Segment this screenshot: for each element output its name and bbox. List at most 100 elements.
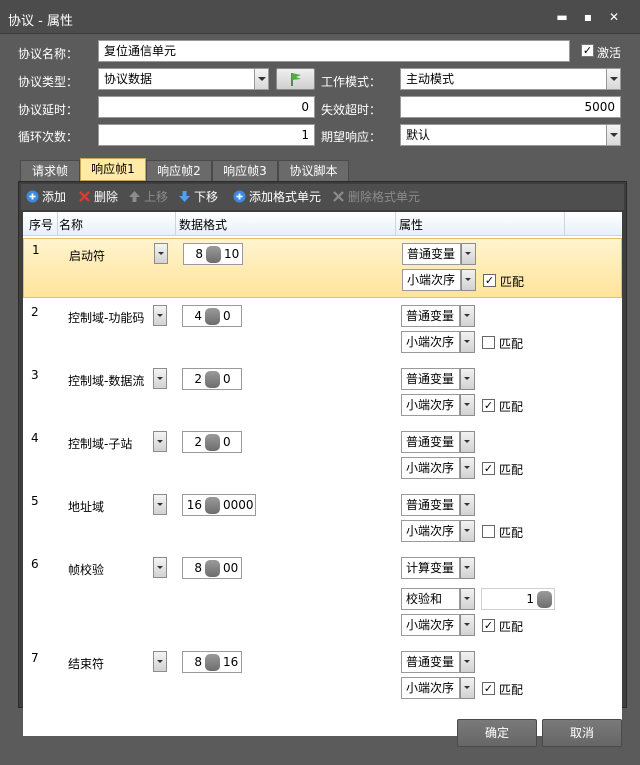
match-label: 匹配 <box>500 275 525 289</box>
match-checkbox[interactable]: ✓ <box>482 619 495 632</box>
name-dropdown-button[interactable] <box>153 651 167 672</box>
byte-order-select[interactable]: 小端次序 <box>401 614 475 636</box>
match-label: 匹配 <box>499 620 524 634</box>
data-format-editor[interactable]: 40 <box>182 305 242 327</box>
variable-type-select[interactable]: 普通变量 <box>401 431 475 453</box>
variable-type-select[interactable]: 普通变量 <box>402 243 476 265</box>
protocol-delay-input[interactable]: 0 <box>98 96 315 118</box>
row-seq: 7 <box>31 651 39 665</box>
variable-type-select[interactable]: 普通变量 <box>401 305 475 327</box>
name-dropdown-button[interactable] <box>153 368 167 389</box>
table-row[interactable]: 4 控制域-子站 2 0 普通变量小端次序 ✓ 匹配 <box>23 427 622 490</box>
expected-response-select[interactable]: 默认 <box>400 124 621 146</box>
expected-response-label: 期望响应： <box>321 130 382 144</box>
byte-order-select[interactable]: 小端次序 <box>401 677 475 699</box>
name-dropdown-button[interactable] <box>153 557 167 578</box>
format-splitter-icon <box>206 246 221 263</box>
maximize-icon[interactable]: ▪ <box>578 8 598 26</box>
tab-response-frame-2[interactable]: 响应帧2 <box>146 160 212 182</box>
chevron-down-icon <box>461 243 476 265</box>
add-format-unit-button[interactable]: 添加格式单元 <box>233 189 321 205</box>
match-checkbox[interactable]: ✓ <box>482 682 495 695</box>
add-icon <box>233 190 246 203</box>
name-dropdown-button[interactable] <box>154 243 168 264</box>
activate-label: 激活 <box>597 46 622 60</box>
tab-protocol-script[interactable]: 协议脚本 <box>278 160 349 182</box>
variable-type-select[interactable]: 普通变量 <box>401 494 475 516</box>
chevron-down-icon <box>460 305 475 327</box>
match-checkbox[interactable] <box>482 336 495 349</box>
delete-icon <box>78 190 91 203</box>
match-checkbox[interactable] <box>482 525 495 538</box>
data-format-editor[interactable]: 20 <box>182 431 242 453</box>
chevron-down-icon <box>460 520 475 542</box>
frame-editor-panel: 添加 删除 上移 下移 添加格式单元 删除格式单元 序号 名称 数据格式 属性 … <box>18 181 627 736</box>
format-splitter-icon <box>205 371 220 388</box>
close-icon[interactable]: ✕ <box>604 8 624 26</box>
format-splitter-icon <box>205 560 220 577</box>
data-format-editor[interactable]: 8 10 <box>183 243 243 265</box>
add-button[interactable]: 添加 <box>26 189 66 205</box>
name-dropdown-button[interactable] <box>153 494 167 515</box>
data-format-editor[interactable]: 20 <box>182 368 242 390</box>
timeout-input[interactable]: 5000 <box>400 96 621 118</box>
ok-button[interactable]: 确定 <box>457 719 537 747</box>
match-label: 匹配 <box>499 337 524 351</box>
chevron-down-icon <box>460 588 475 610</box>
name-dropdown-button[interactable] <box>153 305 167 326</box>
match-checkbox[interactable]: ✓ <box>482 399 495 412</box>
chevron-down-icon <box>460 494 475 516</box>
move-up-button[interactable]: 上移 <box>128 189 168 205</box>
format-splitter-icon <box>205 308 220 325</box>
protocol-type-select[interactable]: 协议数据 <box>98 68 269 90</box>
match-checkbox[interactable]: ✓ <box>482 462 495 475</box>
table-row[interactable]: 5 地址域 16 0000 普通变量 小端次序 匹配 <box>23 490 622 553</box>
chevron-down-icon <box>606 125 620 145</box>
minimize-icon[interactable]: ▬ <box>552 8 572 26</box>
delete-format-unit-button[interactable]: 删除格式单元 <box>332 189 420 205</box>
flag-button[interactable] <box>276 68 315 90</box>
move-down-button[interactable]: 下移 <box>178 189 218 205</box>
match-checkbox[interactable]: ✓ <box>483 274 496 287</box>
protocol-name-input[interactable]: 复位通信单元 <box>98 40 570 62</box>
checksum-param-input[interactable]: 1 <box>481 588 555 610</box>
row-name: 控制域-子站 <box>68 437 133 451</box>
variable-type-select[interactable]: 普通变量 <box>401 368 475 390</box>
activate-checkbox[interactable]: ✓ <box>581 44 594 57</box>
variable-type-select[interactable]: 普通变量 <box>401 651 475 673</box>
table-row[interactable]: 6 帧校验 8 00 计算变量 校验和 1 小端次序 ✓ 匹配 <box>23 553 622 647</box>
checksum-type-select[interactable]: 校验和 <box>401 588 475 610</box>
format-table: 序号 名称 数据格式 属性 1 启动符 8 10 普通变量 小端次序 ✓ 匹配 2 控制域-功能码… <box>23 212 622 736</box>
row-name: 控制域-数据流 <box>68 374 145 388</box>
byte-order-select[interactable]: 小端次序 <box>401 394 475 416</box>
variable-type-select[interactable]: 计算变量 <box>401 557 475 579</box>
cancel-button[interactable]: 取消 <box>542 719 622 747</box>
row-seq: 3 <box>31 368 39 382</box>
byte-order-select[interactable]: 小端次序 <box>402 269 476 291</box>
data-format-editor[interactable]: 8 16 <box>182 651 242 673</box>
table-row[interactable]: 2 控制域-功能码 4 0 普通变量 小端次序 匹配 <box>23 301 622 364</box>
name-dropdown-button[interactable] <box>153 431 167 452</box>
row-seq: 4 <box>31 431 39 445</box>
delete-button[interactable]: 删除 <box>78 189 118 205</box>
table-row[interactable]: 3 控制域-数据流 2 0 普通变量 小端次序 ✓ 匹配 <box>23 364 622 427</box>
match-label: 匹配 <box>499 463 524 477</box>
data-format-editor[interactable]: 16 0000 <box>182 494 256 516</box>
table-row[interactable]: 1 启动符 8 10 普通变量 小端次序 ✓ 匹配 <box>23 238 622 298</box>
loop-count-input[interactable]: 1 <box>98 124 315 146</box>
data-format-editor[interactable]: 8 00 <box>182 557 242 579</box>
tab-response-frame-1[interactable]: 响应帧1 <box>80 158 146 181</box>
spin-icon <box>537 591 552 608</box>
table-row[interactable]: 7 结束符 8 16 普通变量 小端次序 ✓ 匹配 <box>23 647 622 710</box>
tab-request-frame[interactable]: 请求帧 <box>20 160 80 182</box>
chevron-down-icon <box>460 651 475 673</box>
protocol-delay-label: 协议延时： <box>18 103 79 117</box>
chevron-down-icon <box>460 677 475 699</box>
column-property: 属性 <box>399 218 424 232</box>
chevron-down-icon <box>460 368 475 390</box>
work-mode-select[interactable]: 主动模式 <box>400 68 621 90</box>
byte-order-select[interactable]: 小端次序 <box>401 520 475 542</box>
byte-order-select[interactable]: 小端次序 <box>401 331 475 353</box>
byte-order-select[interactable]: 小端次序 <box>401 457 475 479</box>
tab-response-frame-3[interactable]: 响应帧3 <box>212 160 278 182</box>
